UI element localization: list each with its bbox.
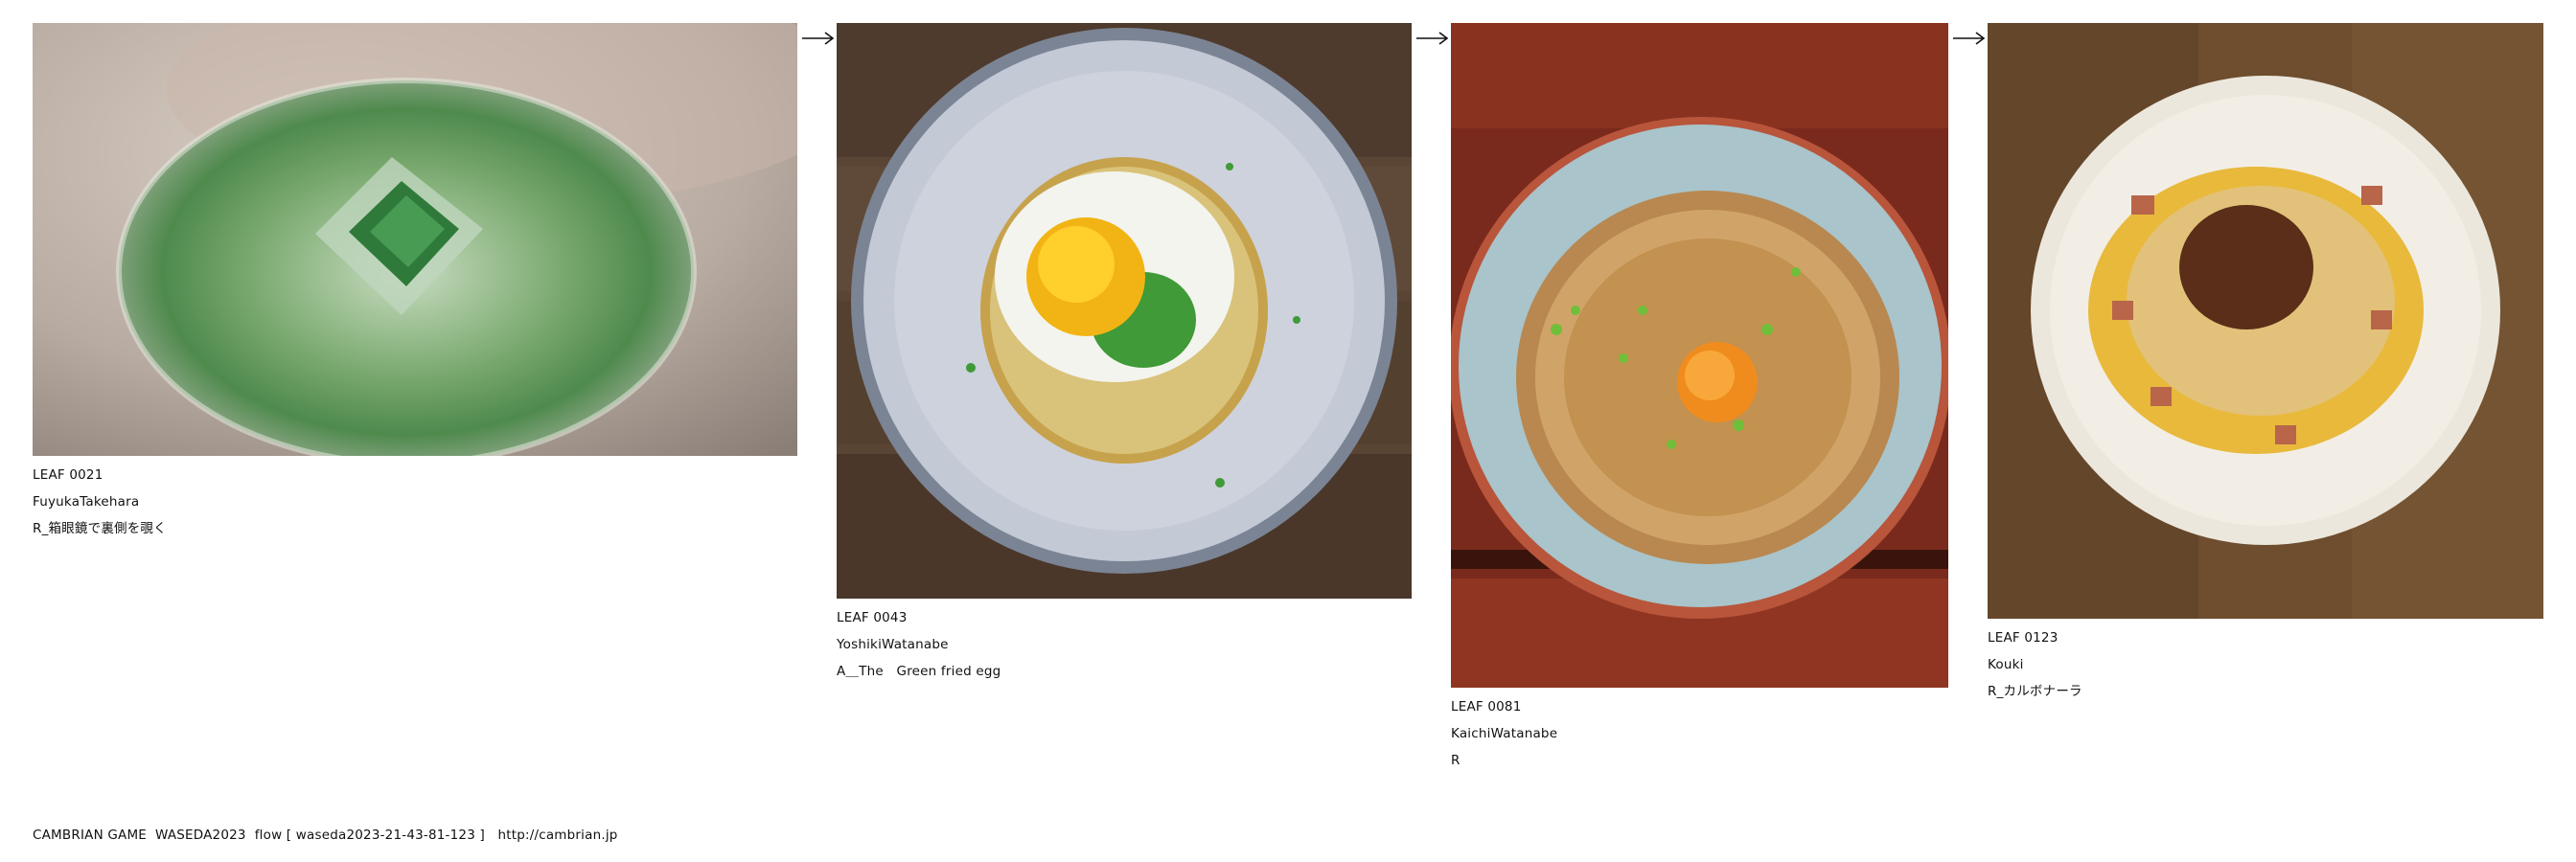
leaf-title[interactable]: R_箱眼鏡で裏側を覗く <box>33 515 167 542</box>
footer-project: CAMBRIAN GAME WASEDA2023 <box>33 828 246 843</box>
leaf-caption-0081: LEAF 0081 KaichiWatanabe R <box>1451 693 1557 774</box>
leaf-title[interactable]: A＿The Green fried egg <box>837 658 1000 685</box>
leaf-photo-0043[interactable] <box>837 23 1412 599</box>
leaf-author[interactable]: Kouki <box>1988 651 2082 678</box>
leaf-id[interactable]: LEAF 0021 <box>33 462 167 488</box>
leaf-id[interactable]: LEAF 0123 <box>1988 624 2082 651</box>
leaf-author[interactable]: FuyukaTakehara <box>33 488 167 515</box>
leaf-title[interactable]: R <box>1451 747 1557 774</box>
leaf-photo-0081[interactable] <box>1451 23 1948 688</box>
leaf-photo-0021[interactable] <box>33 23 797 456</box>
arrow-right-icon <box>1415 31 1450 46</box>
leaf-caption-0043: LEAF 0043 YoshikiWatanabe A＿The Green fr… <box>837 604 1000 685</box>
arrow-right-icon <box>1952 31 1987 46</box>
leaf-photo-0123[interactable] <box>1988 23 2543 619</box>
leaf-id[interactable]: LEAF 0081 <box>1451 693 1557 720</box>
arrow-right-icon <box>801 31 836 46</box>
leaf-author[interactable]: YoshikiWatanabe <box>837 631 1000 658</box>
footer-flow: flow [ waseda2023-21-43-81-123 ] <box>254 828 485 843</box>
leaf-caption-0021: LEAF 0021 FuyukaTakehara R_箱眼鏡で裏側を覗く <box>33 462 167 542</box>
footer-url-link[interactable]: http://cambrian.jp <box>497 828 617 843</box>
leaf-author[interactable]: KaichiWatanabe <box>1451 720 1557 747</box>
page-footer: CAMBRIAN GAME WASEDA2023 flow [ waseda20… <box>33 828 618 843</box>
leaf-title[interactable]: R_カルボナーラ <box>1988 678 2082 705</box>
leaf-caption-0123: LEAF 0123 Kouki R_カルボナーラ <box>1988 624 2082 705</box>
leaf-id[interactable]: LEAF 0043 <box>837 604 1000 631</box>
